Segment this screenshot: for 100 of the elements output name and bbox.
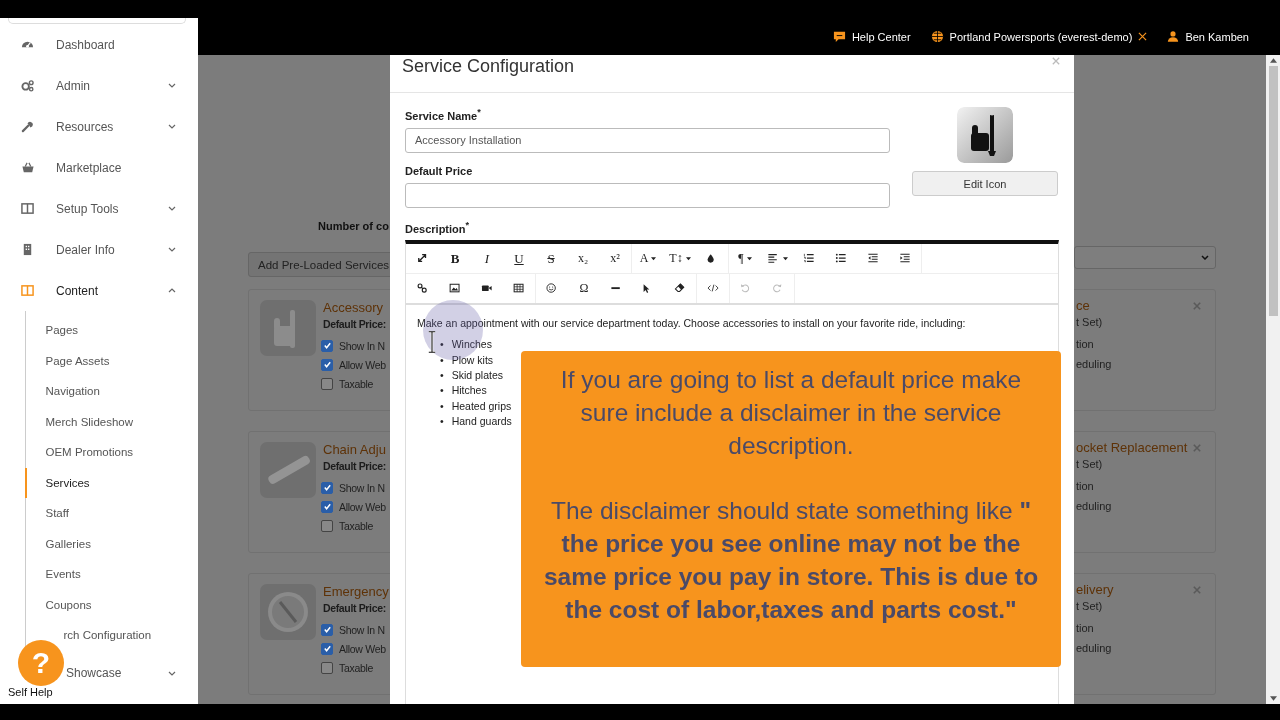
toolbar-button[interactable]: Ω <box>568 274 600 304</box>
nav-subitem[interactable]: Navigation <box>24 376 198 407</box>
option-label: Allow Web <box>339 642 386 655</box>
nav-subitem[interactable]: Staff <box>24 498 198 529</box>
nav-subitem[interactable]: Pages <box>24 315 198 346</box>
callout-text: The disclaimer should state something like " the price you see online may not be the same price you pay in store. This is due to the cost of labor,taxes and parts cost." <box>542 496 1040 625</box>
globe-icon <box>930 30 944 43</box>
nav-item[interactable]: Resources <box>0 106 198 147</box>
nav-subitem[interactable]: Page Assets <box>24 345 198 376</box>
edit-icon-button[interactable]: Edit Icon <box>912 171 1058 196</box>
smiley-icon <box>545 283 559 295</box>
checkbox[interactable] <box>321 623 333 636</box>
basket-icon <box>21 161 35 174</box>
bullet-list-icon <box>834 253 848 265</box>
caret-icon <box>782 256 788 261</box>
user-icon <box>1167 30 1180 43</box>
help-label[interactable]: Self Help <box>8 686 53 698</box>
toolbar-button[interactable]: T↕ <box>664 244 696 274</box>
nav-item[interactable]: Marketplace <box>0 147 198 188</box>
toolbar-button[interactable]: I <box>471 244 503 274</box>
toolbar-button[interactable]: ¶ <box>729 244 761 274</box>
nav-subitem[interactable]: Merch Slideshow <box>24 406 198 437</box>
nav-subitem[interactable]: OEM Promotions <box>24 437 198 468</box>
toolbar-button[interactable]: B <box>439 244 471 274</box>
compass-icon <box>260 584 316 640</box>
option-label: Show In N <box>339 623 385 636</box>
bullet: • <box>440 398 444 414</box>
field-label: Description$^{*}$ <box>405 219 471 235</box>
link-icon <box>416 283 430 295</box>
scroll-thumb[interactable] <box>1268 66 1278 316</box>
input-field[interactable]: Accessory Installation <box>405 127 890 153</box>
nav-item[interactable]: Admin <box>0 65 198 106</box>
outdent-icon <box>866 253 880 265</box>
list-item: Hitches <box>451 383 487 399</box>
user-name[interactable]: Ben Kamben <box>1185 30 1249 43</box>
nav-subitem[interactable]: Events <box>24 559 198 590</box>
close-icon[interactable] <box>1138 32 1148 41</box>
toolbar-button[interactable]: x² <box>599 244 631 274</box>
modal-title: Service Configuration <box>402 56 575 77</box>
checkbox[interactable] <box>321 661 333 674</box>
nav-item[interactable]: Setup Tools <box>0 188 198 229</box>
caret-icon <box>651 256 657 261</box>
nav-item[interactable]: Showcase <box>66 652 198 694</box>
option-label: eduling <box>1076 641 1113 656</box>
checkbox[interactable] <box>321 642 333 655</box>
toolbar-button[interactable]: U <box>503 244 535 274</box>
bullet: • <box>440 367 444 383</box>
gears-icon <box>21 79 34 92</box>
toolbar-button[interactable]: S <box>535 244 567 274</box>
chevron-down-icon <box>168 124 176 129</box>
checkbox[interactable] <box>321 481 333 494</box>
price-label: t Set) <box>1076 600 1104 612</box>
caret-icon <box>685 256 691 261</box>
checkbox[interactable] <box>321 519 333 532</box>
nav-item[interactable]: Content <box>0 270 198 311</box>
align-icon <box>766 253 780 265</box>
checkbox[interactable] <box>321 377 333 390</box>
toolbar-button[interactable]: x₂ <box>567 244 599 274</box>
bullet: • <box>440 352 444 368</box>
nav-subitem[interactable]: Coupons <box>24 589 198 620</box>
checkbox[interactable] <box>321 339 333 352</box>
price-label: Default Price: <box>323 602 387 614</box>
thumb-wrench-icon <box>260 300 316 356</box>
chevron-down-icon <box>1201 255 1209 260</box>
select-field[interactable] <box>1074 246 1216 269</box>
indent-icon <box>898 253 912 265</box>
help-center-link[interactable]: Help Center <box>851 30 911 43</box>
numbered-list-icon <box>802 253 816 265</box>
text-cursor-icon <box>428 331 436 353</box>
eraser-icon <box>673 283 687 295</box>
field-label: Service Name$^{*}$ <box>405 107 482 122</box>
scrollbar[interactable] <box>1266 55 1280 704</box>
chevron-down-icon <box>168 83 176 88</box>
callout-text: If you are going to list a default price make sure include a disclaimer in the service description. <box>559 365 1023 461</box>
scroll-down-icon[interactable] <box>1269 696 1277 701</box>
checkbox[interactable] <box>321 500 333 513</box>
list-item: Heated grips <box>451 398 512 414</box>
option-label: tion <box>1076 479 1095 494</box>
image-icon <box>448 283 462 295</box>
thumb-wrench-icon <box>957 107 1013 163</box>
bullet: • <box>440 337 444 353</box>
option-label: Taxable <box>339 661 374 674</box>
chevron-up-icon <box>168 288 176 293</box>
wrench-icon <box>21 120 34 133</box>
scroll-up-icon[interactable] <box>1269 58 1277 63</box>
dealer-name[interactable]: Portland Powersports (everest-demo) <box>949 30 1133 43</box>
count-label: Number of co <box>318 220 389 232</box>
nav-item[interactable]: Dashboard <box>0 24 198 65</box>
nav-subitem[interactable]: Galleries <box>24 528 198 559</box>
bullet: • <box>440 413 444 429</box>
option-label: tion <box>1076 621 1095 636</box>
list-item: Winches <box>451 337 492 353</box>
checkbox[interactable] <box>321 358 333 371</box>
chevron-down-icon <box>168 206 176 211</box>
option-label: Allow Web <box>339 500 386 513</box>
nav-item[interactable]: Dealer Info <box>0 229 198 270</box>
chevron-down-icon <box>168 670 176 676</box>
option-label: Allow Web <box>339 358 386 371</box>
toolbar-button[interactable]: A <box>632 244 664 274</box>
field-label: Default Price <box>405 164 474 177</box>
